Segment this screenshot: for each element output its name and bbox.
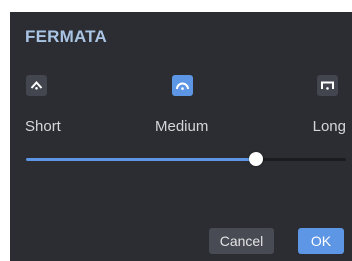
ok-button[interactable]: OK — [298, 228, 344, 254]
short-fermata-button[interactable] — [26, 75, 47, 96]
fermata-panel: FERMATA Short Medium Long Cancel OK — [10, 12, 352, 261]
long-label: Long — [312, 118, 346, 135]
long-fermata-button[interactable] — [317, 75, 338, 96]
short-fermata-icon — [30, 81, 43, 90]
panel-title: FERMATA — [25, 27, 107, 46]
medium-fermata-button[interactable] — [172, 75, 193, 96]
medium-label: Medium — [155, 118, 209, 135]
fermata-length-slider[interactable] — [26, 148, 346, 172]
slider-fill — [26, 158, 257, 161]
long-fermata-icon — [321, 81, 334, 90]
slider-thumb[interactable] — [249, 152, 264, 166]
short-label: Short — [25, 118, 61, 135]
cancel-button[interactable]: Cancel — [209, 228, 274, 254]
medium-fermata-icon — [176, 82, 189, 90]
